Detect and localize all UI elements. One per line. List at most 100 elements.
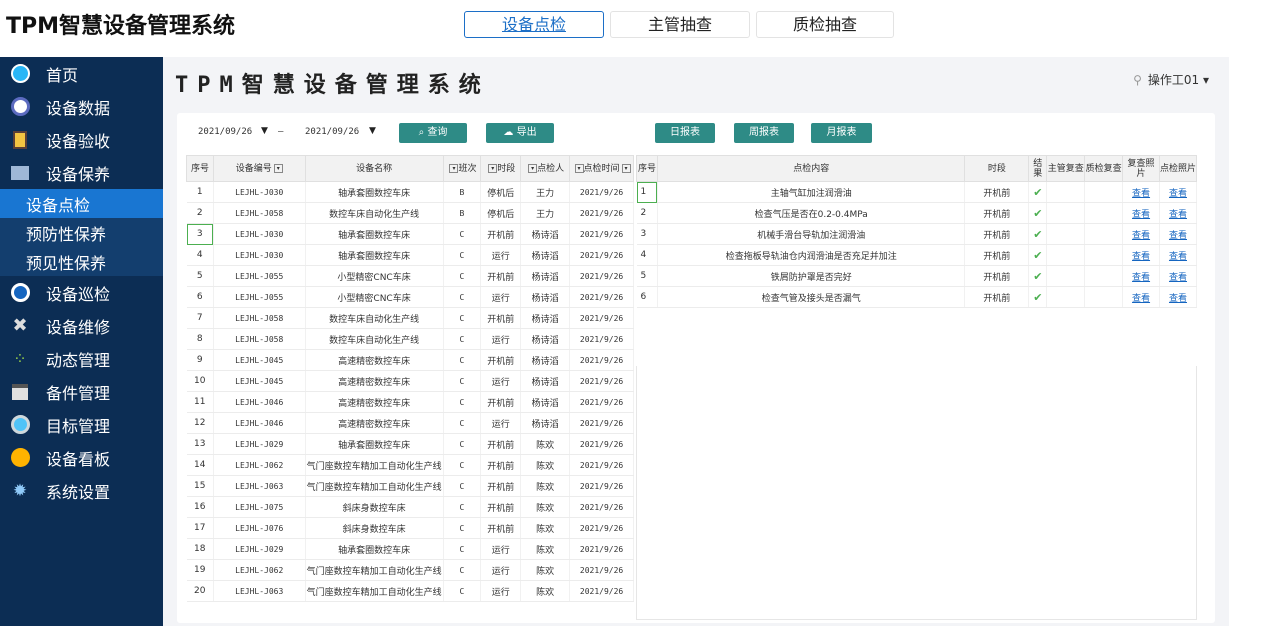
top-bar: TPM智慧设备管理系统 设备点检 主管抽查 质检抽查 bbox=[0, 0, 1270, 48]
table-row[interactable]: 2 检查气压是否在0.2-0.4MPa 开机前 ✔ 查看 查看 bbox=[636, 202, 1197, 224]
col-header-time[interactable]: ▾ 点检时间 ▾ bbox=[569, 155, 634, 182]
table-cell: 2021/9/26 bbox=[569, 559, 634, 581]
check-icon: ✔ bbox=[1028, 244, 1048, 266]
table-cell: 14 bbox=[186, 454, 214, 476]
view-review-photo-link[interactable]: 查看 bbox=[1122, 223, 1160, 245]
table-cell: C bbox=[443, 454, 482, 476]
table-row[interactable]: 4 LEJHL-J030 轴承套圈数控车床 C 运行 杨诗滔 2021/9/26 bbox=[186, 244, 634, 266]
user-menu[interactable]: ⚲ 操作工01 ▾ bbox=[1133, 71, 1209, 88]
sidebar-sub-predictive[interactable]: 预见性保养 bbox=[0, 247, 163, 276]
table-row[interactable]: 16 LEJHL-J075 斜床身数控车床 C 开机前 陈欢 2021/9/26 bbox=[186, 496, 634, 518]
table-row[interactable]: 3 机械手滑台导轨加注润滑油 开机前 ✔ 查看 查看 bbox=[636, 223, 1197, 245]
col-header-device-code[interactable]: 设备编号 ▾ bbox=[212, 155, 306, 182]
table-row[interactable]: 11 LEJHL-J046 高速精密数控车床 C 开机前 杨诗滔 2021/9/26 bbox=[186, 391, 634, 413]
table-row[interactable]: 9 LEJHL-J045 高速精密数控车床 C 开机前 杨诗滔 2021/9/26 bbox=[186, 349, 634, 371]
col-header-inspector[interactable]: ▾ 点检人 bbox=[520, 155, 571, 182]
table-row[interactable]: 15 LEJHL-J063 气门座数控车精加工自动化生产线 C 开机前 陈欢 2021/9/… bbox=[186, 475, 634, 497]
table-row[interactable]: 19 LEJHL-J062 气门座数控车精加工自动化生产线 C 运行 陈欢 2021/9/2… bbox=[186, 559, 634, 581]
sidebar-item-settings[interactable]: ✹ 系统设置 bbox=[0, 474, 163, 507]
view-check-photo-link[interactable]: 查看 bbox=[1159, 286, 1197, 308]
view-check-photo-link[interactable]: 查看 bbox=[1159, 265, 1197, 287]
filter-icon[interactable]: ▾ bbox=[488, 163, 498, 173]
view-review-photo-link[interactable]: 查看 bbox=[1122, 202, 1160, 224]
export-button[interactable]: ☁ 导出 bbox=[486, 123, 554, 143]
sidebar-sub-device-check[interactable]: 设备点检 bbox=[0, 189, 163, 218]
sidebar-item-maintenance[interactable]: 设备保养 bbox=[0, 156, 163, 189]
sidebar-item-acceptance[interactable]: 设备验收 bbox=[0, 123, 163, 156]
table-row[interactable]: 1 LEJHL-J030 轴承套圈数控车床 B 停机后 王力 2021/9/26 bbox=[186, 181, 634, 203]
table-cell: 杨诗滔 bbox=[520, 265, 571, 287]
tab-quality-check[interactable]: 质检抽查 bbox=[756, 11, 894, 38]
table-row[interactable]: 7 LEJHL-J058 数控车床自动化生产线 C 开机前 杨诗滔 2021/9/26 bbox=[186, 307, 634, 329]
sidebar-item-repair[interactable]: ✖ 设备维修 bbox=[0, 309, 163, 342]
sidebar-item-data[interactable]: 设备数据 bbox=[0, 90, 163, 123]
table-cell: 开机前 bbox=[480, 391, 522, 413]
table-row[interactable]: 1 主轴气缸加注润滑油 开机前 ✔ 查看 查看 bbox=[636, 181, 1197, 203]
sidebar-item-dynamic[interactable]: ⁘ 动态管理 bbox=[0, 342, 163, 375]
table-row[interactable]: 14 LEJHL-J062 气门座数控车精加工自动化生产线 C 开机前 陈欢 2021/9/… bbox=[186, 454, 634, 476]
table-row[interactable]: 17 LEJHL-J076 斜床身数控车床 C 开机前 陈欢 2021/9/26 bbox=[186, 517, 634, 539]
col-header-period[interactable]: ▾ 时段 bbox=[480, 155, 522, 182]
view-check-photo-link[interactable]: 查看 bbox=[1159, 181, 1197, 203]
header-label: 时段 bbox=[497, 163, 516, 174]
table-cell: 轴承套圈数控车床 bbox=[305, 433, 444, 455]
sidebar-item-target[interactable]: 目标管理 bbox=[0, 408, 163, 441]
table-row[interactable]: 6 检查气管及接头是否漏气 开机前 ✔ 查看 查看 bbox=[636, 286, 1197, 308]
tab-device-check[interactable]: 设备点检 bbox=[464, 11, 604, 38]
data-icon bbox=[10, 97, 30, 117]
monthly-report-button[interactable]: 月报表 bbox=[811, 123, 872, 143]
sidebar-sub-preventive[interactable]: 预防性保养 bbox=[0, 218, 163, 247]
sidebar-item-inspection[interactable]: 设备巡检 bbox=[0, 276, 163, 309]
table-cell: 运行 bbox=[480, 286, 522, 308]
table-cell: 开机前 bbox=[480, 517, 522, 539]
sidebar-item-label: 设备看板 bbox=[46, 449, 111, 469]
table-row[interactable]: 4 检查拖板导轨油仓内润滑油是否充足并加注 开机前 ✔ 查看 查看 bbox=[636, 244, 1197, 266]
sidebar-item-parts[interactable]: 备件管理 bbox=[0, 375, 163, 408]
filter-icon[interactable]: ▾ bbox=[574, 163, 584, 173]
view-review-photo-link[interactable]: 查看 bbox=[1122, 244, 1160, 266]
date-to[interactable]: 2021/09/26 bbox=[305, 127, 359, 137]
view-review-photo-link[interactable]: 查看 bbox=[1122, 265, 1160, 287]
main-area: TPM智慧设备管理系统 ⚲ 操作工01 ▾ 2021/09/26 ▼ – 2021… bbox=[163, 57, 1229, 626]
chevron-down-icon[interactable]: ▼ bbox=[369, 126, 376, 136]
sidebar-item-label: 设备巡检 bbox=[46, 284, 111, 304]
table-row[interactable]: 2 LEJHL-J058 数控车床自动化生产线 B 停机后 王力 2021/9/26 bbox=[186, 202, 634, 224]
table-row[interactable]: 12 LEJHL-J046 高速精密数控车床 C 运行 杨诗滔 2021/9/26 bbox=[186, 412, 634, 434]
table-row[interactable]: 5 铁屑防护罩是否完好 开机前 ✔ 查看 查看 bbox=[636, 265, 1197, 287]
query-button[interactable]: ⌕ 查询 bbox=[399, 123, 467, 143]
sidebar-item-home[interactable]: 首页 bbox=[0, 57, 163, 90]
table-row[interactable]: 5 LEJHL-J055 小型精密CNC车床 C 开机前 杨诗滔 2021/9/26 bbox=[186, 265, 634, 287]
table-header-row: 序号 设备编号 ▾ 设备名称 ▾ 班次 ▾ 时段 ▾ 点检人 ▾ 点检时间 ▾ bbox=[186, 155, 634, 182]
check-items-table: 序号 点检内容 时段 结果 主管复查 质检复查 复查照片 点检照片 1 主轴气缸加… bbox=[636, 155, 1197, 308]
table-row[interactable]: 18 LEJHL-J029 轴承套圈数控车床 C 运行 陈欢 2021/9/26 bbox=[186, 538, 634, 560]
col-header-shift[interactable]: ▾ 班次 bbox=[442, 155, 482, 182]
table-row[interactable]: 6 LEJHL-J055 小型精密CNC车床 C 运行 杨诗滔 2021/9/26 bbox=[186, 286, 634, 308]
table-cell: 16 bbox=[186, 496, 214, 518]
table-cell: LEJHL-J030 bbox=[213, 244, 306, 266]
table-row[interactable]: 20 LEJHL-J063 气门座数控车精加工自动化生产线 C 运行 陈欢 2021/9/2… bbox=[186, 580, 634, 602]
table-cell: 陈欢 bbox=[520, 580, 571, 602]
view-review-photo-link[interactable]: 查看 bbox=[1122, 286, 1160, 308]
chevron-down-icon[interactable]: ▼ bbox=[261, 126, 268, 136]
col-header-device-name[interactable]: 设备名称 bbox=[304, 155, 444, 182]
table-cell: 杨诗滔 bbox=[520, 370, 571, 392]
filter-icon[interactable]: ▾ bbox=[621, 163, 631, 173]
weekly-report-button[interactable]: 周报表 bbox=[734, 123, 794, 143]
table-cell: 7 bbox=[186, 307, 214, 329]
view-check-photo-link[interactable]: 查看 bbox=[1159, 202, 1197, 224]
view-check-photo-link[interactable]: 查看 bbox=[1159, 223, 1197, 245]
daily-report-button[interactable]: 日报表 bbox=[655, 123, 715, 143]
quality-review bbox=[1084, 223, 1124, 245]
table-row[interactable]: 10 LEJHL-J045 高速精密数控车床 C 运行 杨诗滔 2021/9/26 bbox=[186, 370, 634, 392]
view-check-photo-link[interactable]: 查看 bbox=[1159, 244, 1197, 266]
tab-supervisor-check[interactable]: 主管抽查 bbox=[610, 11, 750, 38]
filter-icon[interactable]: ▾ bbox=[528, 163, 538, 173]
date-from[interactable]: 2021/09/26 bbox=[198, 127, 252, 137]
table-row[interactable]: 8 LEJHL-J058 数控车床自动化生产线 C 运行 杨诗滔 2021/9/26 bbox=[186, 328, 634, 350]
table-row[interactable]: 3 LEJHL-J030 轴承套圈数控车床 C 开机前 杨诗滔 2021/9/26 bbox=[186, 223, 634, 245]
col-header-content: 点检内容 bbox=[656, 155, 966, 182]
filter-icon[interactable]: ▾ bbox=[273, 163, 283, 173]
sidebar-item-board[interactable]: 设备看板 bbox=[0, 441, 163, 474]
view-review-photo-link[interactable]: 查看 bbox=[1122, 181, 1160, 203]
table-row[interactable]: 13 LEJHL-J029 轴承套圈数控车床 C 开机前 陈欢 2021/9/26 bbox=[186, 433, 634, 455]
